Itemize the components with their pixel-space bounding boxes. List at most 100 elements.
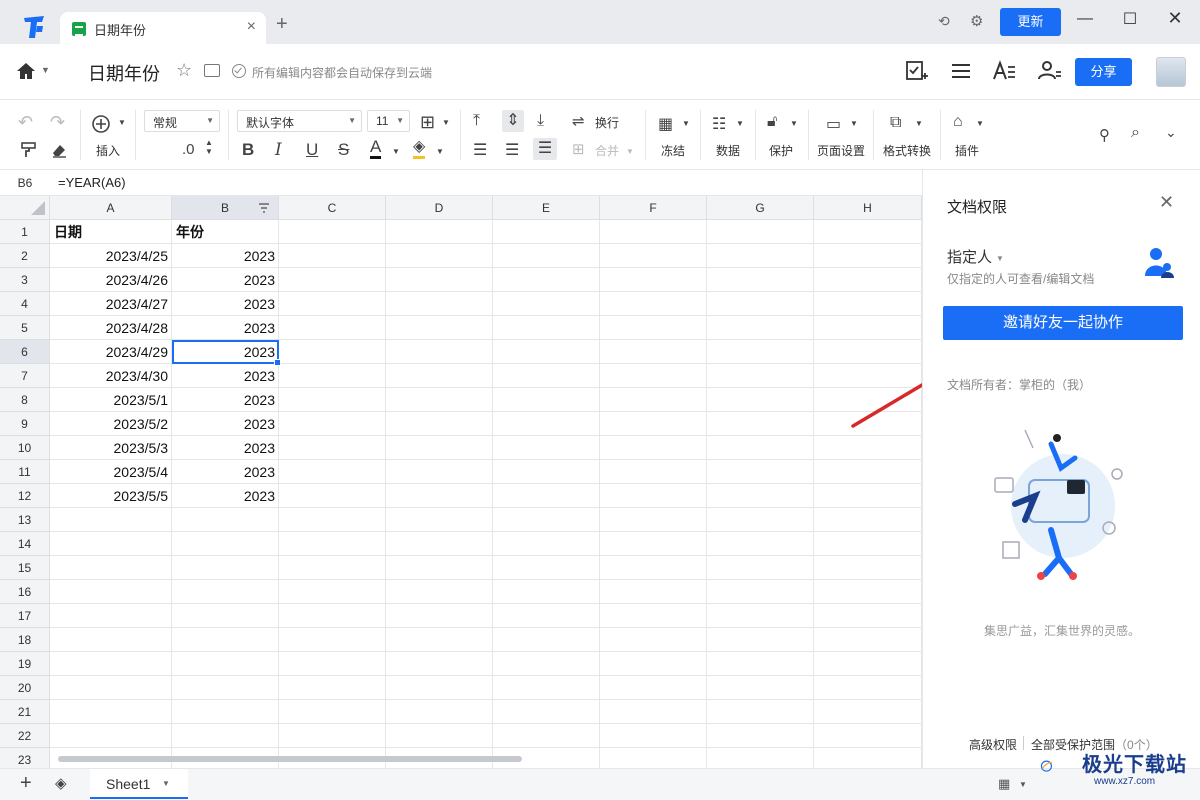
strikethrough-icon[interactable]: S: [338, 140, 349, 160]
table-cell[interactable]: 2023: [172, 412, 279, 436]
column-header[interactable]: G: [707, 196, 814, 220]
table-cell[interactable]: 2023/4/26: [50, 268, 172, 292]
decimal-places[interactable]: .0: [182, 141, 195, 158]
wrap-label[interactable]: 换行: [595, 114, 619, 131]
sheet-tab-sheet1[interactable]: Sheet1 ▼: [90, 769, 188, 799]
menu-icon[interactable]: [948, 58, 974, 84]
cell-reference[interactable]: B6: [0, 170, 50, 196]
table-cell[interactable]: 2023: [172, 460, 279, 484]
insert-label[interactable]: 插入: [96, 142, 120, 159]
move-to-folder-icon[interactable]: [204, 64, 220, 77]
row-header[interactable]: 5: [0, 316, 50, 340]
table-cell[interactable]: 2023/4/28: [50, 316, 172, 340]
eraser-icon[interactable]: [50, 141, 68, 159]
column-header[interactable]: H: [814, 196, 922, 220]
home-icon[interactable]: [16, 61, 36, 81]
bold-icon[interactable]: B: [242, 140, 254, 160]
advanced-permission-link[interactable]: 高级权限: [969, 736, 1017, 753]
sync-icon[interactable]: ⟲: [938, 13, 950, 30]
chevron-down-icon[interactable]: ▼: [976, 119, 984, 128]
row-header[interactable]: 2: [0, 244, 50, 268]
update-button[interactable]: 更新: [1000, 8, 1061, 36]
chevron-down-icon[interactable]: ▼: [850, 119, 858, 128]
table-cell[interactable]: 2023: [172, 244, 279, 268]
table-cell[interactable]: 2023: [172, 484, 279, 508]
decimal-stepper-icon[interactable]: ▲ ▼: [205, 138, 213, 156]
table-cell[interactable]: 2023/4/29: [50, 340, 172, 364]
table-cell[interactable]: 2023: [172, 316, 279, 340]
select-all-corner[interactable]: [0, 196, 50, 220]
table-cell[interactable]: 2023/5/5: [50, 484, 172, 508]
data-icon[interactable]: ☷: [712, 114, 726, 134]
row-header[interactable]: 1: [0, 220, 50, 244]
underline-icon[interactable]: U: [306, 140, 318, 160]
view-mode-icon[interactable]: ▦: [998, 776, 1010, 792]
spreadsheet-grid[interactable]: A B C D E F G H 1 2 3 4 5 6 7 8 9 10 11 12 13 14 15 16 17 18 19 20 2…: [0, 196, 922, 768]
table-cell[interactable]: 2023/5/3: [50, 436, 172, 460]
permission-select[interactable]: 指定人 ▼: [947, 246, 1004, 267]
row-header[interactable]: 13: [0, 508, 50, 532]
row-header[interactable]: 21: [0, 700, 50, 724]
row-header[interactable]: 12: [0, 484, 50, 508]
font-family-select[interactable]: 默认字体 ▼: [237, 110, 362, 132]
table-cell[interactable]: 2023: [172, 364, 279, 388]
align-right-icon[interactable]: ☰: [533, 138, 557, 160]
minimize-icon[interactable]: —: [1075, 10, 1095, 28]
merge-icon[interactable]: ⊞: [572, 140, 585, 158]
formula-input[interactable]: =YEAR(A6): [58, 175, 126, 190]
header-cell[interactable]: 年份: [172, 220, 279, 244]
borders-icon[interactable]: ⊞: [420, 112, 435, 133]
table-cell[interactable]: 2023/4/25: [50, 244, 172, 268]
page-setup-label[interactable]: 页面设置: [817, 142, 865, 159]
table-cell[interactable]: 2023/4/27: [50, 292, 172, 316]
maximize-icon[interactable]: ☐: [1120, 9, 1140, 29]
text-style-icon[interactable]: [991, 58, 1017, 84]
plugin-icon[interactable]: ⌂: [953, 113, 963, 131]
freeze-label[interactable]: 冻结: [661, 142, 685, 159]
sheet-list-icon[interactable]: ◈: [55, 774, 67, 792]
chevron-down-icon[interactable]: ▼: [118, 118, 126, 127]
column-header[interactable]: F: [600, 196, 707, 220]
align-center-icon[interactable]: ☰: [505, 140, 519, 160]
font-size-select[interactable]: 11 ▼: [367, 110, 410, 132]
lock-icon[interactable]: 🔓︎: [767, 113, 777, 131]
fill-color-icon[interactable]: ◈: [413, 138, 426, 159]
horizontal-scrollbar[interactable]: [58, 756, 522, 762]
chevron-down-icon[interactable]: ▼: [41, 65, 50, 75]
font-color-icon[interactable]: A: [370, 138, 382, 159]
paint-icon[interactable]: ⚲: [1099, 126, 1110, 144]
row-header[interactable]: 9: [0, 412, 50, 436]
page-setup-icon[interactable]: ▭: [826, 114, 841, 134]
column-header[interactable]: A: [50, 196, 172, 220]
row-header[interactable]: 17: [0, 604, 50, 628]
table-cell[interactable]: 2023/4/30: [50, 364, 172, 388]
insert-plus-icon[interactable]: [91, 114, 111, 134]
user-avatar[interactable]: [1156, 57, 1186, 87]
table-cell[interactable]: 2023: [172, 268, 279, 292]
row-header[interactable]: 14: [0, 532, 50, 556]
italic-icon[interactable]: I: [275, 140, 282, 160]
chevron-down-icon[interactable]: ▼: [436, 147, 444, 156]
app-logo-icon[interactable]: [22, 14, 48, 40]
chevron-down-icon[interactable]: ▼: [626, 147, 634, 156]
invite-collaborator-button[interactable]: 邀请好友一起协作: [943, 306, 1183, 340]
row-header[interactable]: 7: [0, 364, 50, 388]
row-header[interactable]: 6: [0, 340, 50, 364]
redo-icon[interactable]: ↷: [50, 112, 65, 133]
document-tab[interactable]: 日期年份 ×: [60, 12, 266, 44]
star-icon[interactable]: ☆: [176, 60, 192, 81]
close-window-icon[interactable]: ✕: [1165, 8, 1185, 29]
wrap-icon[interactable]: ⇌: [572, 112, 585, 130]
chevron-down-icon[interactable]: ▼: [442, 118, 450, 127]
format-convert-icon[interactable]: ⧉: [890, 114, 901, 132]
row-header[interactable]: 8: [0, 388, 50, 412]
filter-icon[interactable]: [258, 202, 270, 214]
row-header[interactable]: 16: [0, 580, 50, 604]
close-tab-icon[interactable]: ×: [247, 18, 256, 36]
table-cell[interactable]: 2023/5/2: [50, 412, 172, 436]
format-convert-label[interactable]: 格式转换: [883, 142, 931, 159]
column-header[interactable]: E: [493, 196, 600, 220]
protect-label[interactable]: 保护: [769, 142, 793, 159]
close-icon[interactable]: ✕: [1159, 192, 1174, 213]
undo-icon[interactable]: ↶: [18, 112, 33, 133]
